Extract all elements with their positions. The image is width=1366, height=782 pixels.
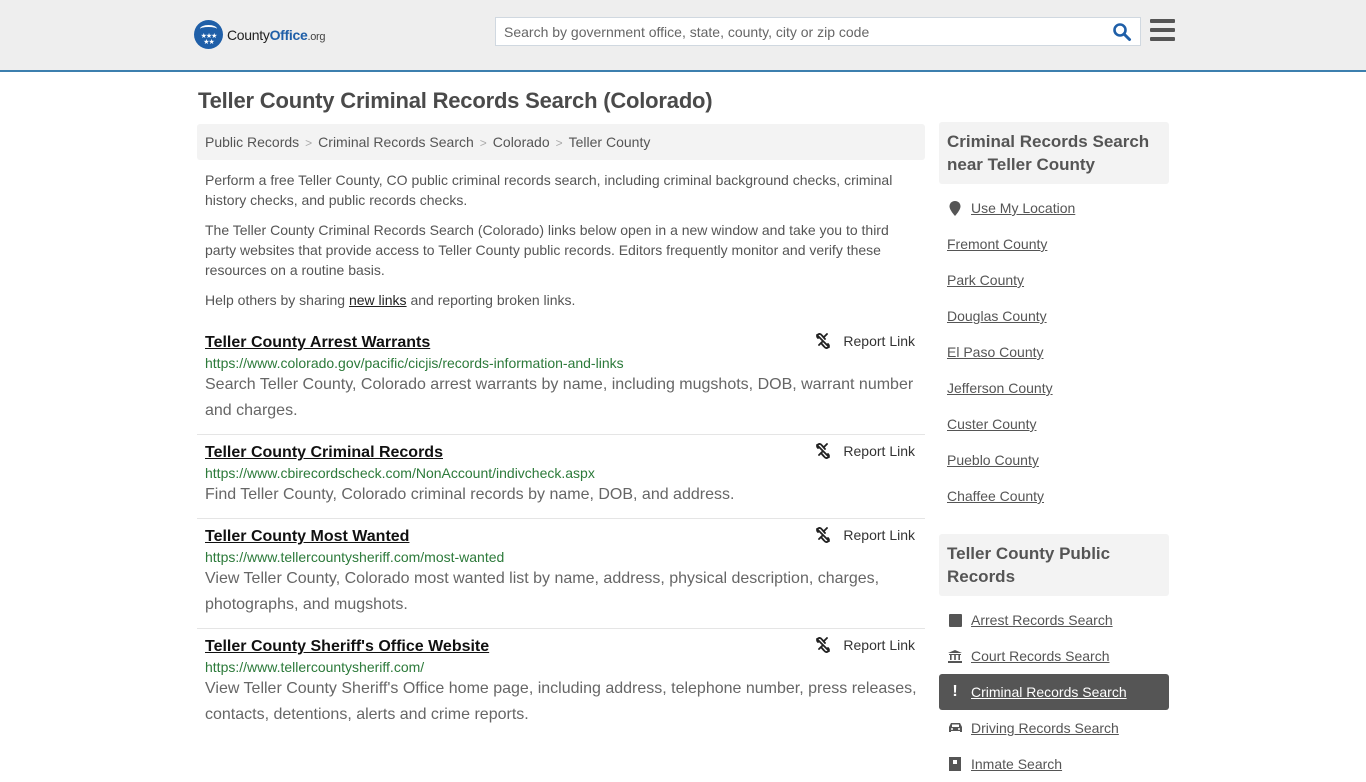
nearby-county-link[interactable]: Custer County — [947, 416, 1036, 432]
nearby-county-item: Park County — [939, 262, 1169, 298]
site-logo[interactable]: ★★★ ★★ CountyOffice.org — [194, 20, 326, 49]
intro-paragraph-2: The Teller County Criminal Records Searc… — [205, 222, 889, 278]
result-title-link[interactable]: Teller County Criminal Records — [205, 444, 443, 462]
nearby-county-link[interactable]: El Paso County — [947, 344, 1044, 360]
new-links-link[interactable]: new links — [349, 292, 407, 308]
report-link-button[interactable]: Report Link — [815, 333, 915, 349]
breadcrumb-colorado[interactable]: Colorado — [493, 134, 550, 150]
result-url: https://www.tellercountysheriff.com/ — [205, 659, 425, 675]
public-records-item: Driving Records Search — [939, 710, 1169, 746]
result-item: Teller County Sheriff's Office Website R… — [197, 629, 925, 738]
nearby-county-item: Custer County — [939, 406, 1169, 442]
map-marker-icon — [947, 200, 963, 216]
nearby-county-item: Douglas County — [939, 298, 1169, 334]
result-description: Find Teller County, Colorado criminal re… — [205, 486, 735, 503]
result-title-link[interactable]: Teller County Arrest Warrants — [205, 334, 430, 352]
court-records-search-link[interactable]: Court Records Search — [971, 648, 1110, 664]
use-my-location-item: Use My Location — [939, 190, 1169, 226]
nearby-county-item: Jefferson County — [939, 370, 1169, 406]
criminal-records-search-link[interactable]: Criminal Records Search — [971, 684, 1127, 700]
inmate-icon — [947, 757, 963, 771]
arrest-records-search-link[interactable]: Arrest Records Search — [971, 612, 1113, 628]
result-description: View Teller County, Colorado most wanted… — [205, 570, 880, 613]
exclamation-icon: ! — [952, 683, 958, 700]
public-records-item: Inmate Search — [939, 746, 1169, 782]
search-input[interactable] — [496, 18, 1106, 45]
nearby-county-link[interactable]: Jefferson County — [947, 380, 1053, 396]
nearby-county-item: Chaffee County — [939, 478, 1169, 514]
nearby-county-item: Pueblo County — [939, 442, 1169, 478]
inmate-search-link[interactable]: Inmate Search — [971, 756, 1062, 772]
public-records-list: Arrest Records Search Court Records Sear… — [939, 596, 1169, 782]
result-description: View Teller County Sheriff's Office home… — [205, 680, 917, 723]
result-item: Teller County Most Wanted Report Link ht… — [197, 519, 925, 629]
public-records-item: Court Records Search — [939, 638, 1169, 674]
logo-text: CountyOffice.org — [227, 26, 326, 43]
breadcrumb-separator: > — [305, 136, 313, 150]
search-box — [495, 17, 1141, 46]
report-link-button[interactable]: Report Link — [815, 527, 915, 543]
broken-link-icon — [816, 443, 831, 459]
public-records-item: Arrest Records Search — [939, 602, 1169, 638]
nearby-county-link[interactable]: Chaffee County — [947, 488, 1044, 504]
eagle-logo-icon: ★★★ ★★ — [194, 20, 223, 49]
result-url: https://www.cbirecordscheck.com/NonAccou… — [205, 465, 595, 481]
square-icon — [947, 613, 963, 627]
car-icon — [947, 722, 963, 734]
result-url: https://www.tellercountysheriff.com/most… — [205, 549, 505, 565]
courthouse-icon — [947, 649, 963, 663]
nearby-county-link[interactable]: Pueblo County — [947, 452, 1039, 468]
use-my-location-link[interactable]: Use My Location — [971, 200, 1075, 216]
public-records-heading: Teller County Public Records — [939, 534, 1169, 596]
broken-link-icon — [816, 333, 831, 349]
nearby-county-link[interactable]: Fremont County — [947, 236, 1047, 252]
report-link-button[interactable]: Report Link — [815, 637, 915, 653]
broken-link-icon — [816, 637, 831, 653]
nearby-county-item: Fremont County — [939, 226, 1169, 262]
breadcrumb-separator: > — [479, 136, 487, 150]
menu-bar — [1150, 37, 1175, 41]
site-header: ★★★ ★★ CountyOffice.org — [0, 0, 1366, 72]
breadcrumb-teller-county[interactable]: Teller County — [569, 134, 651, 150]
intro-paragraph-3: Help others by sharing new links and rep… — [205, 292, 576, 308]
nearby-county-link[interactable]: Douglas County — [947, 308, 1047, 324]
result-item: Teller County Criminal Records Report Li… — [197, 435, 925, 519]
menu-bar — [1150, 28, 1175, 32]
broken-link-icon — [816, 527, 831, 543]
search-icon — [1113, 23, 1131, 41]
sidebar: Criminal Records Search near Teller Coun… — [939, 122, 1169, 782]
breadcrumb: Public Records > Criminal Records Search > C… — [197, 124, 925, 160]
nearby-list: Use My Location Fremont County Park Coun… — [939, 184, 1169, 514]
breadcrumb-criminal-records-search[interactable]: Criminal Records Search — [318, 134, 474, 150]
intro-text: Perform a free Teller County, CO public … — [205, 170, 920, 320]
result-title-link[interactable]: Teller County Sheriff's Office Website — [205, 638, 489, 656]
result-url: https://www.colorado.gov/pacific/cicjis/… — [205, 355, 624, 371]
breadcrumb-separator: > — [555, 136, 563, 150]
driving-records-search-link[interactable]: Driving Records Search — [971, 720, 1119, 736]
public-records-item-active: ! Criminal Records Search — [939, 674, 1169, 710]
menu-bar — [1150, 19, 1175, 23]
result-description: Search Teller County, Colorado arrest wa… — [205, 376, 914, 419]
intro-paragraph-1: Perform a free Teller County, CO public … — [205, 172, 893, 208]
search-button[interactable] — [1112, 22, 1134, 42]
breadcrumb-public-records[interactable]: Public Records — [205, 134, 299, 150]
page-title: Teller County Criminal Records Search (C… — [198, 88, 713, 113]
hamburger-menu-button[interactable] — [1150, 19, 1175, 41]
result-title-link[interactable]: Teller County Most Wanted — [205, 528, 409, 546]
nearby-heading: Criminal Records Search near Teller Coun… — [939, 122, 1169, 184]
nearby-county-item: El Paso County — [939, 334, 1169, 370]
results-list: Teller County Arrest Warrants Report Lin… — [197, 325, 925, 738]
nearby-county-link[interactable]: Park County — [947, 272, 1024, 288]
report-link-button[interactable]: Report Link — [815, 443, 915, 459]
result-item: Teller County Arrest Warrants Report Lin… — [197, 325, 925, 435]
